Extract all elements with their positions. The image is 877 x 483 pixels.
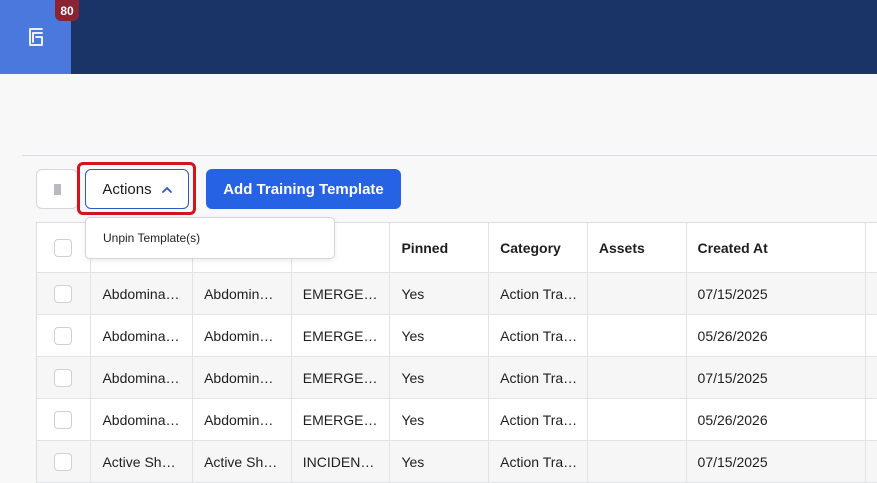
cell-category: Action Tra… <box>489 357 588 398</box>
cell-extra <box>866 315 877 356</box>
row-select[interactable] <box>37 315 92 356</box>
add-training-template-button[interactable]: Add Training Template <box>206 169 401 209</box>
cell-title: Abdomin… <box>193 357 292 398</box>
cell-name: Abdomina… <box>91 399 194 440</box>
cell-assets <box>588 399 687 440</box>
row-checkbox[interactable] <box>54 452 72 471</box>
section-divider <box>22 155 877 156</box>
cell-pinned: Yes <box>390 315 490 356</box>
cell-topics: EMERGE… <box>292 357 391 398</box>
column-header-category[interactable]: Category <box>489 223 588 272</box>
cell-name: Abdomina… <box>91 315 194 356</box>
cell-extra <box>866 357 877 398</box>
cell-category: Action Tra… <box>489 441 588 482</box>
row-select[interactable] <box>37 273 92 314</box>
cell-assets <box>588 273 687 314</box>
cell-assets <box>588 441 687 482</box>
column-header-assets[interactable]: Assets <box>588 223 687 272</box>
cell-topics: EMERGE… <box>292 273 391 314</box>
cell-title: Abdomin… <box>193 273 292 314</box>
bulk-select-button[interactable] <box>36 169 78 209</box>
templates-table: ics Pinned Category Assets Created At Ab… <box>36 222 877 483</box>
row-checkbox[interactable] <box>54 410 72 429</box>
select-all-checkbox[interactable] <box>54 238 72 257</box>
cell-extra <box>866 441 877 482</box>
column-header-pinned[interactable]: Pinned <box>390 223 490 272</box>
cell-name: Abdomina… <box>91 273 194 314</box>
document-logo-icon <box>28 28 43 46</box>
cell-created-at: 05/26/2026 <box>687 315 866 356</box>
cell-assets <box>588 357 687 398</box>
actions-dropdown-item-unpin[interactable]: Unpin Template(s) <box>85 217 335 259</box>
cell-assets <box>588 315 687 356</box>
cell-pinned: Yes <box>390 273 490 314</box>
table-row[interactable]: Abdomina… Abdomin… EMERGE… Yes Action Tr… <box>37 315 877 357</box>
row-select[interactable] <box>37 441 92 482</box>
row-checkbox[interactable] <box>54 368 72 387</box>
unpin-templates-label: Unpin Template(s) <box>103 231 201 245</box>
column-header <box>866 223 877 272</box>
row-checkbox[interactable] <box>54 284 72 303</box>
cell-title: Abdomin… <box>193 315 292 356</box>
row-select[interactable] <box>37 399 92 440</box>
cell-topics: EMERGE… <box>292 315 391 356</box>
cell-pinned: Yes <box>390 441 490 482</box>
top-navigation-bar: 80 <box>0 0 877 74</box>
cell-created-at: 07/15/2025 <box>687 357 866 398</box>
cell-pinned: Yes <box>390 399 490 440</box>
cell-created-at: 05/26/2026 <box>687 399 866 440</box>
actions-button[interactable]: Actions <box>85 169 189 209</box>
column-header-created-at[interactable]: Created At <box>687 223 866 272</box>
cell-name: Active Sh… <box>91 441 194 482</box>
cell-extra <box>866 273 877 314</box>
cell-topics: INCIDEN… <box>292 441 391 482</box>
cell-name: Abdomina… <box>91 357 194 398</box>
cell-pinned: Yes <box>390 357 490 398</box>
cell-category: Action Tra… <box>489 315 588 356</box>
cell-created-at: 07/15/2025 <box>687 441 866 482</box>
row-checkbox[interactable] <box>54 326 72 345</box>
actions-button-label: Actions <box>102 180 152 198</box>
table-row[interactable]: Abdomina… Abdomin… EMERGE… Yes Action Tr… <box>37 273 877 315</box>
notification-badge[interactable]: 80 <box>55 0 79 21</box>
cell-extra <box>866 399 877 440</box>
row-select[interactable] <box>37 357 92 398</box>
table-row[interactable]: Abdomina… Abdomin… EMERGE… Yes Action Tr… <box>37 399 877 441</box>
cell-title: Active Sh… <box>193 441 292 482</box>
select-icon <box>53 183 61 195</box>
cell-created-at: 07/15/2025 <box>687 273 866 314</box>
table-row[interactable]: Abdomina… Abdomin… EMERGE… Yes Action Tr… <box>37 357 877 399</box>
chevron-up-icon <box>161 186 172 193</box>
header-select-all[interactable] <box>37 223 92 272</box>
cell-category: Action Tra… <box>489 399 588 440</box>
cell-category: Action Tra… <box>489 273 588 314</box>
cell-title: Abdomin… <box>193 399 292 440</box>
cell-topics: EMERGE… <box>292 399 391 440</box>
table-row[interactable]: Active Sh… Active Sh… INCIDEN… Yes Actio… <box>37 441 877 483</box>
